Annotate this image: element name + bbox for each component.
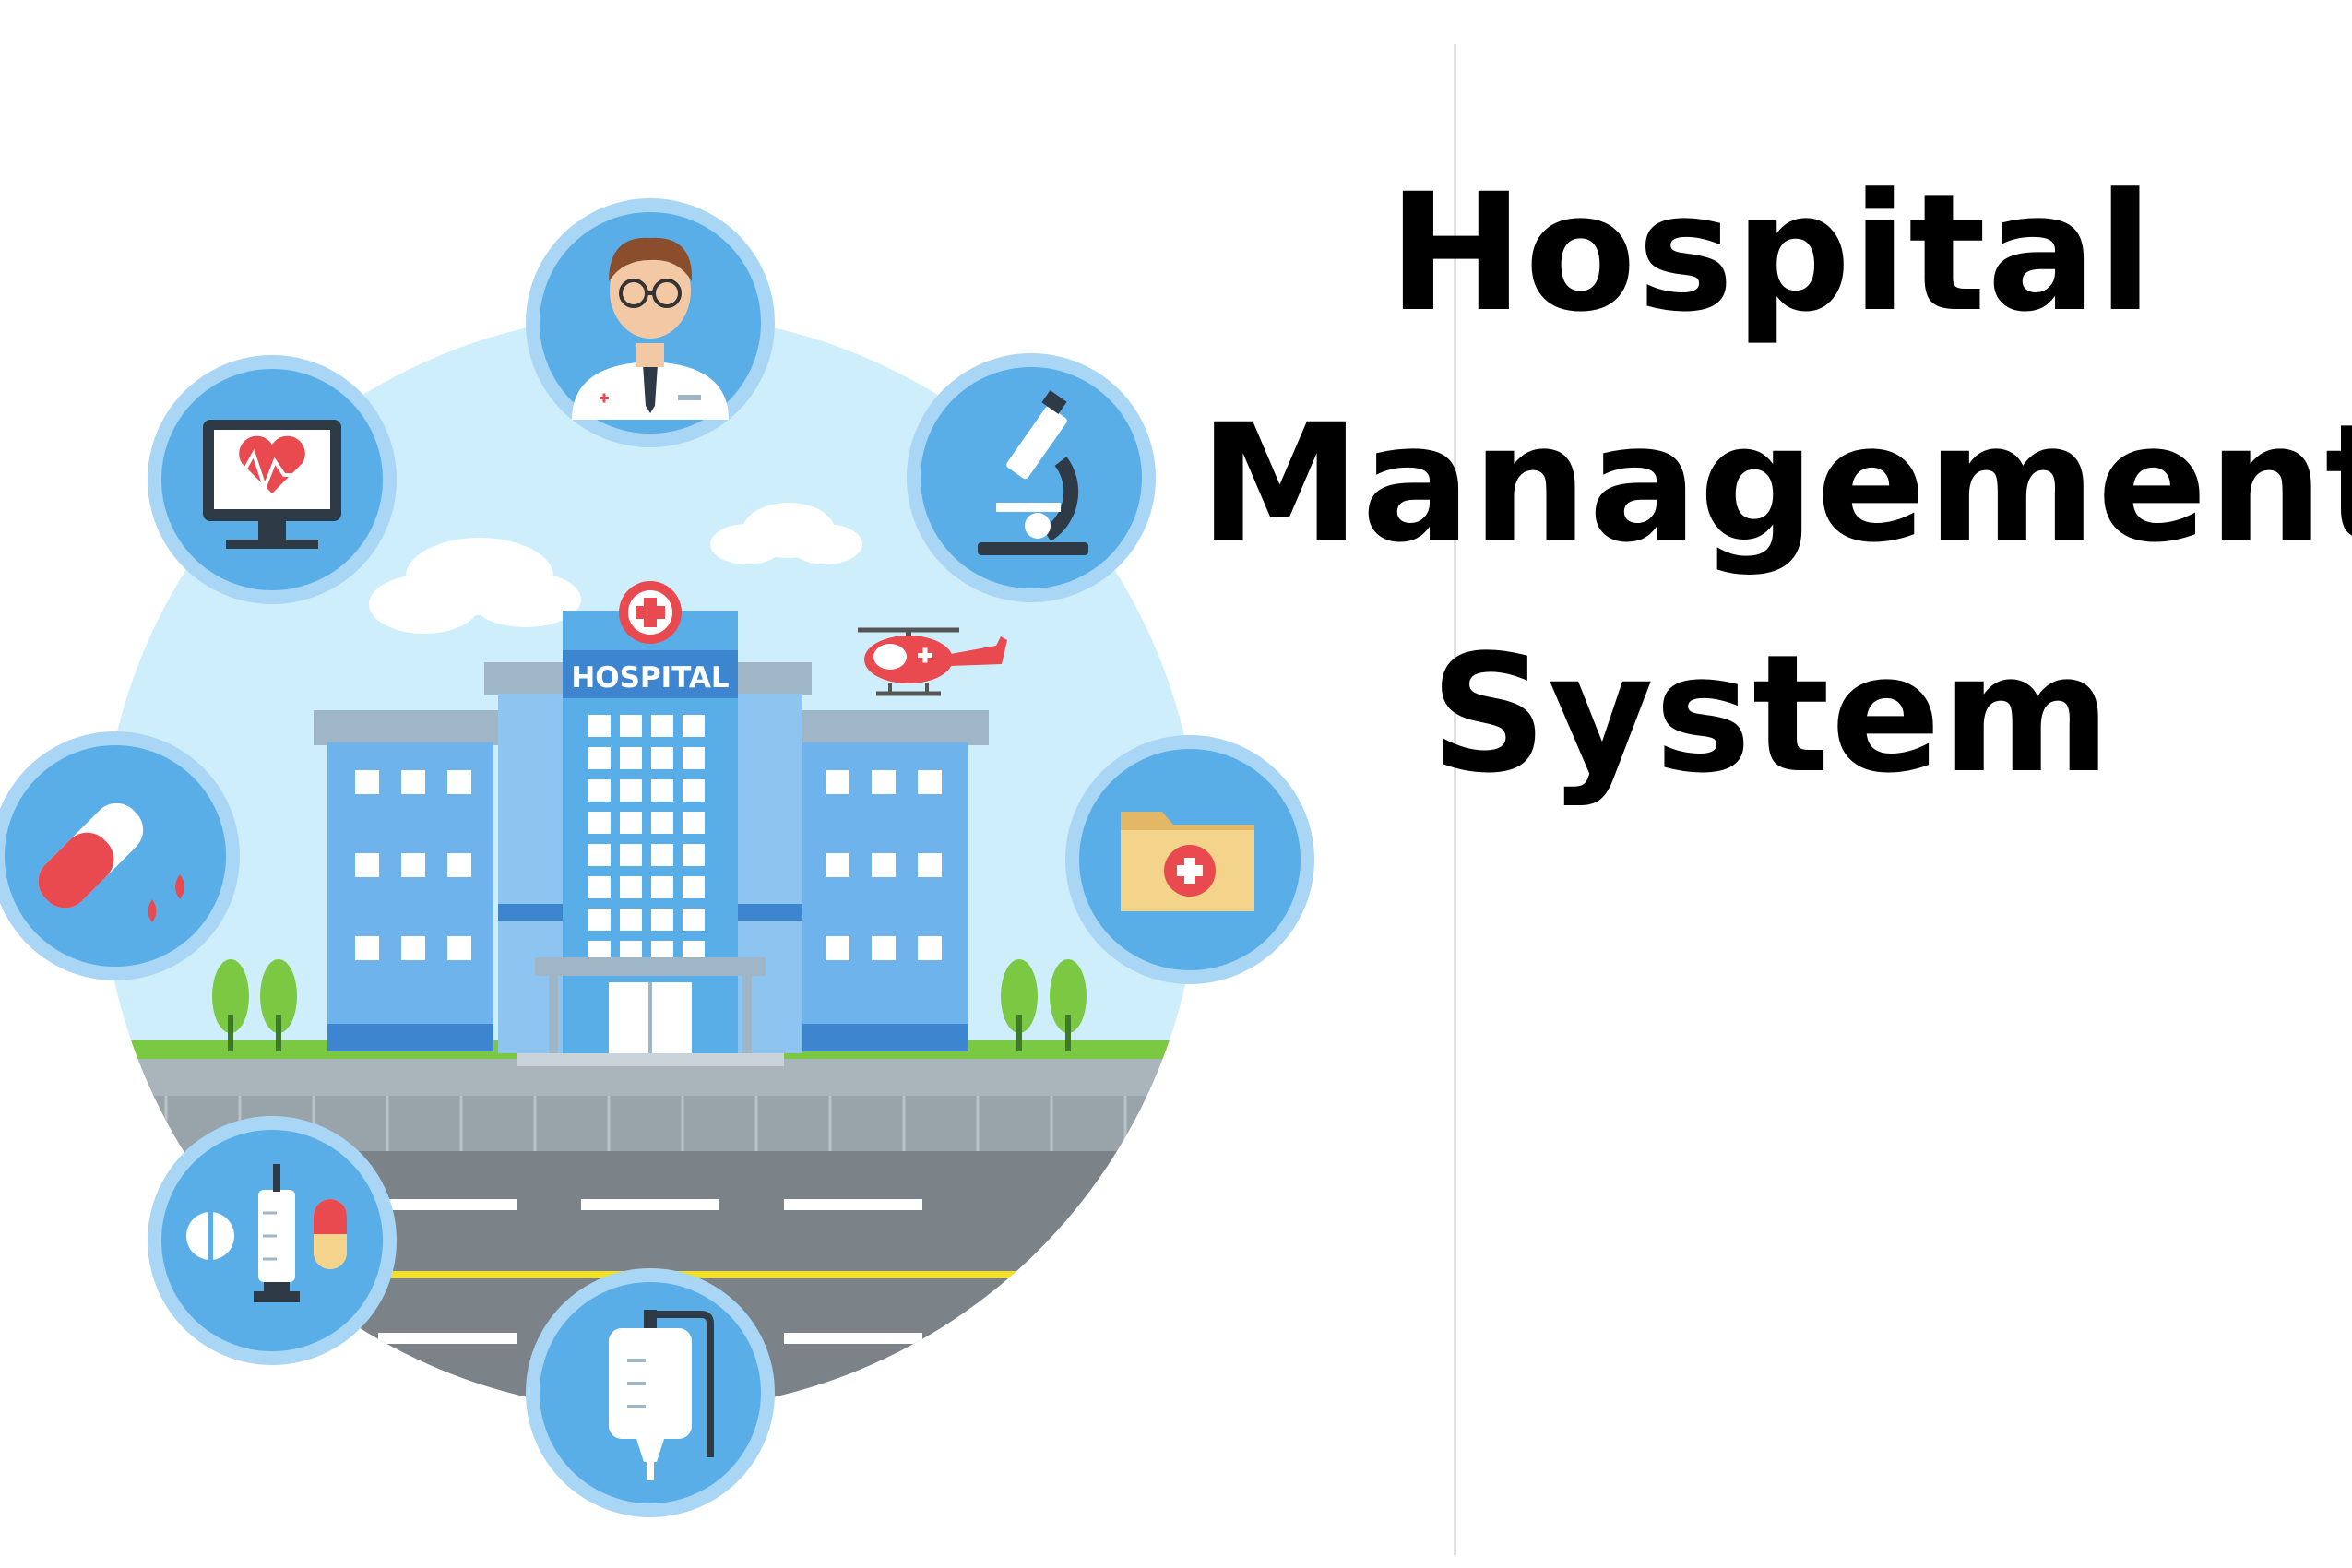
doctor-badge <box>526 198 775 447</box>
test-tube-badge <box>0 731 240 980</box>
medicine-badge <box>148 1116 397 1365</box>
title-line-2: Management <box>1199 389 2352 578</box>
title-line-1: Hospital <box>1387 159 2155 348</box>
iv-bag-badge <box>526 1268 775 1517</box>
microscope-badge <box>907 353 1156 602</box>
hospital-sign: HOSPITAL <box>571 661 729 695</box>
hospital-illustration: HOSPITAL <box>0 198 1314 1517</box>
page-title: Hospital Management System <box>1199 138 2352 830</box>
title-line-3: System <box>1430 620 2112 809</box>
heart-monitor-badge <box>148 355 397 604</box>
